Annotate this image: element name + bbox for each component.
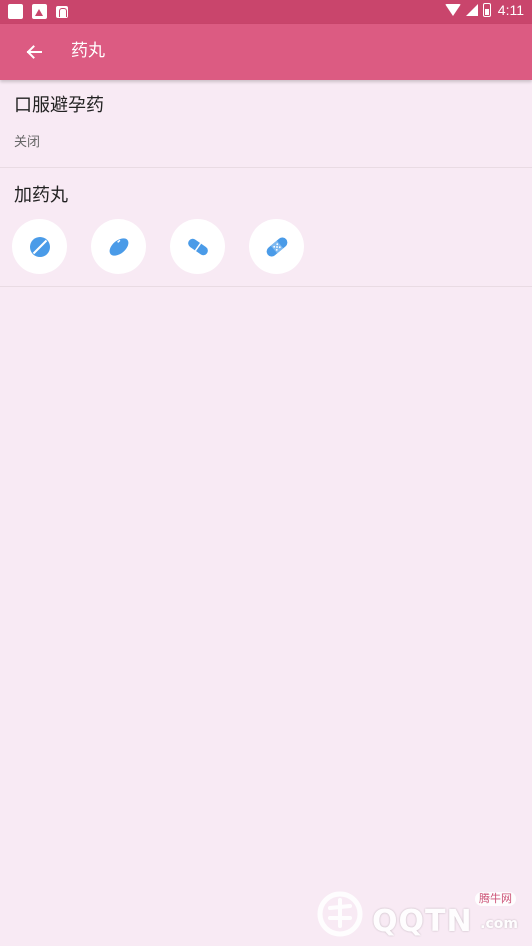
system-icons: 4:11: [444, 2, 524, 18]
oral-contraceptive-state: 关闭: [14, 135, 41, 150]
status-bar: 4:11: [0, 0, 532, 24]
patch-button[interactable]: [249, 219, 304, 274]
wifi-icon: [444, 4, 461, 16]
divider: [0, 286, 532, 287]
status-time: 4:11: [497, 2, 524, 18]
watermark-badge: 腾牛网: [475, 892, 516, 906]
capsule-button[interactable]: [170, 219, 225, 274]
image-notification-icon: [32, 4, 47, 19]
capsule-icon: [187, 238, 208, 255]
back-button[interactable]: [16, 34, 52, 70]
signal-icon: [465, 4, 478, 16]
oval-tablet-button[interactable]: [91, 219, 146, 274]
app-notification-icon: [56, 6, 68, 18]
app-toolbar: 药丸: [0, 24, 532, 80]
round-tablet-icon: [29, 236, 50, 257]
divider: [0, 167, 532, 168]
oval-tablet-icon: [109, 237, 128, 256]
battery-icon: [482, 3, 491, 17]
patch-icon: [266, 237, 287, 256]
watermark: QQTN 腾牛网 .com: [312, 890, 522, 940]
page-title: 药丸: [71, 41, 105, 61]
oral-contraceptive-title: 口服避孕药: [14, 95, 104, 116]
arrow-back-icon: [26, 45, 42, 59]
brand-logo-icon: [317, 891, 363, 937]
notification-icon: [8, 4, 23, 19]
notification-icons: [8, 4, 68, 19]
watermark-suffix: .com: [480, 916, 518, 932]
watermark-brand: QQTN: [372, 904, 473, 939]
round-tablet-button[interactable]: [12, 219, 67, 274]
add-pill-title: 加药丸: [14, 185, 68, 206]
